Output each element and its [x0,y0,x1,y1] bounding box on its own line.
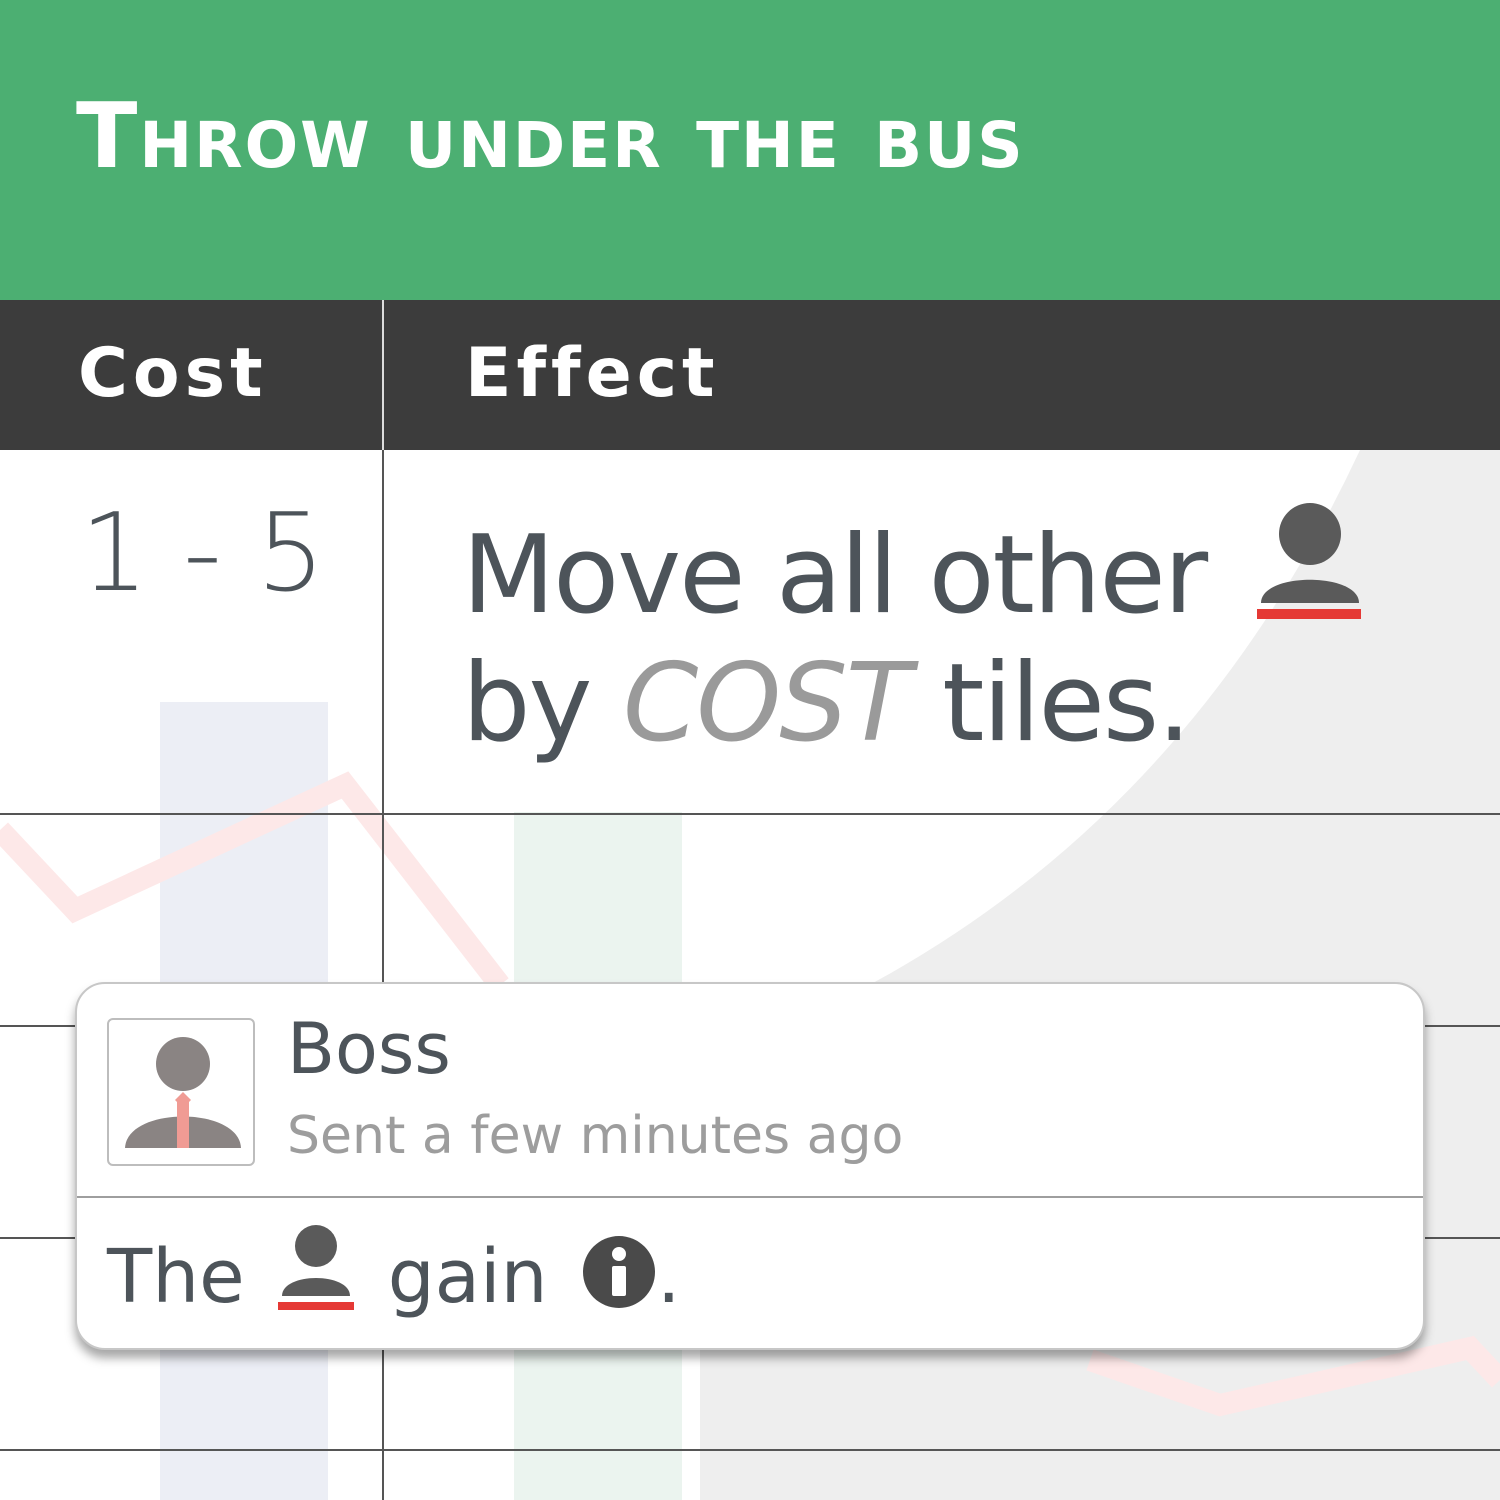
effect-text-end: tiles. [942,641,1191,766]
avatar [107,1018,255,1166]
sender-name: Boss [287,1008,451,1090]
effect-cost-keyword: COST [622,641,912,766]
message-prefix: The [107,1234,245,1320]
message-suffix: . [657,1234,681,1320]
header-effect: Effect [465,334,720,413]
boss-avatar-icon [125,1037,241,1148]
player-icon [1256,503,1361,619]
effect-text-by: by [462,641,592,766]
message-middle: gain [387,1234,548,1320]
card-divider [77,1196,1423,1198]
effect-text-line-2: by COST tiles. [462,650,1192,758]
header-cost: Cost [78,334,268,413]
cost-value: 1 - 5 [80,491,326,616]
effect-text-line-1: Move all other [462,500,1365,630]
sent-time: Sent a few minutes ago [287,1106,904,1166]
effect-text-start: Move all other [462,513,1208,638]
card-title: Throw under the bus [76,84,1025,189]
notification-message: The gain . [107,1222,681,1316]
notification-card[interactable]: Boss Sent a few minutes ago The gain . [75,982,1425,1350]
player-icon [278,1225,355,1310]
info-icon [583,1236,656,1308]
